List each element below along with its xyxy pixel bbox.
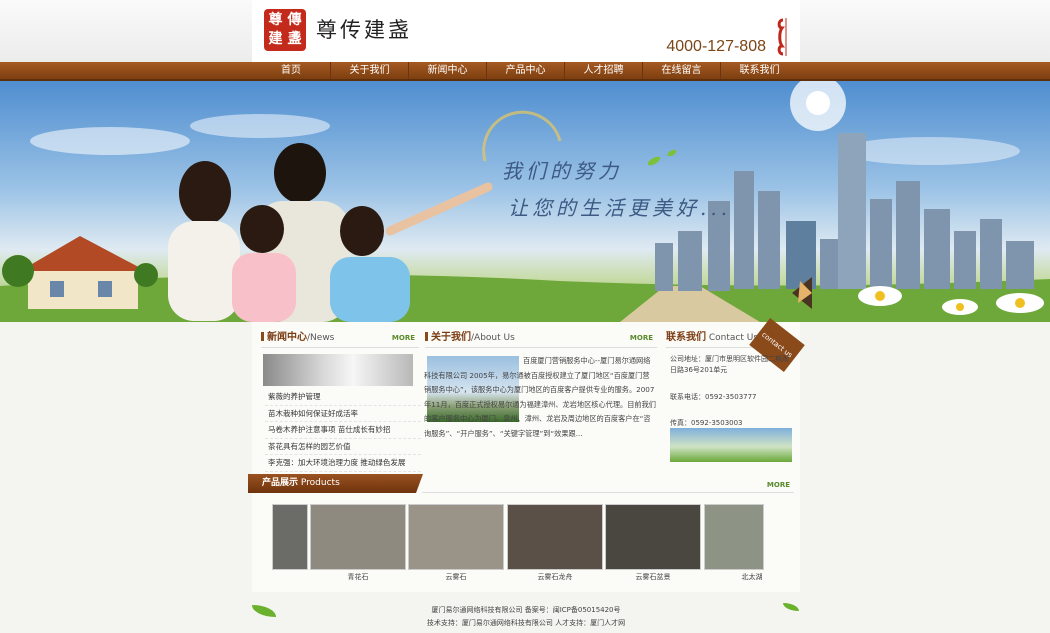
site-footer: 厦门易尔通网络科技有限公司 备案号：闽ICP备05015420号 技术支持：厦门… <box>252 598 800 633</box>
footer-tech-support: 技术支持：厦门易尔通网络科技有限公司 人才支持：厦门人才网 <box>426 619 626 627</box>
hero-banner: 我们的努力 让您的生活更美好... <box>0 81 1050 322</box>
nav-news[interactable]: 新闻中心 <box>408 62 486 79</box>
seal-char: 建 <box>268 31 283 47</box>
nav-message[interactable]: 在线留言 <box>642 62 720 79</box>
product-thumbnail[interactable] <box>507 504 603 570</box>
product-thumbnail[interactable] <box>704 504 764 570</box>
banner-slogan-line1: 我们的努力 <box>502 159 622 183</box>
contact-title-zh: 联系我们 <box>666 332 706 343</box>
nav-home[interactable]: 首页 <box>252 62 330 79</box>
title-marker <box>261 332 264 341</box>
news-title-en: News <box>310 333 335 343</box>
telephone-icon <box>777 18 787 56</box>
footer-copyright: 厦门易尔通网络科技有限公司 备案号：闽ICP备05015420号 <box>431 606 621 614</box>
news-image <box>263 354 413 386</box>
cloud <box>190 114 330 138</box>
hotline-number: 4000-127-808 <box>666 38 766 55</box>
product-caption[interactable]: 北太湖 <box>704 572 800 582</box>
cloud <box>30 127 190 155</box>
title-marker <box>425 332 428 341</box>
about-more-link[interactable]: MORE <box>630 329 653 347</box>
product-caption[interactable]: 云雾石盆景 <box>605 572 701 582</box>
products-title-en: Products <box>300 478 340 488</box>
site-header: 尊 傳 建 盞 尊传建盏 4000-127-808 <box>0 0 1050 62</box>
news-item[interactable]: 紫薇的养护管理 <box>265 389 421 406</box>
news-item[interactable]: 茶花具有怎样的园艺价值 <box>265 439 421 455</box>
product-thumbnail[interactable] <box>272 504 308 570</box>
product-thumbnail[interactable] <box>605 504 701 570</box>
nav-about[interactable]: 关于我们 <box>330 62 408 79</box>
divider <box>422 492 794 493</box>
product-caption[interactable]: 云雾石 <box>408 572 504 582</box>
tree <box>2 255 34 287</box>
rainbow <box>482 110 562 162</box>
about-section-title: 关于我们/About Us MORE <box>425 329 657 348</box>
products-section-title: 产品展示 Products <box>248 474 423 493</box>
main-content: 新闻中心/News MORE 紫薇的养护管理 苗木栽种如何保证好成活率 马卷木养… <box>248 318 805 592</box>
house-icon <box>20 236 146 309</box>
seal-char: 傳 <box>287 12 302 28</box>
about-title-en: About Us <box>474 333 515 343</box>
main-nav: 首页 关于我们 新闻中心 产品中心 人才招聘 在线留言 联系我们 <box>0 62 1050 81</box>
seal-char: 盞 <box>287 31 302 47</box>
header-inner: 尊 傳 建 盞 尊传建盏 4000-127-808 <box>252 0 800 62</box>
news-title-zh: 新闻中心 <box>267 332 307 343</box>
leaf-icon <box>647 156 661 166</box>
news-section-title: 新闻中心/News MORE <box>261 329 419 348</box>
seal-char: 尊 <box>268 12 283 28</box>
news-list: 紫薇的养护管理 苗木栽种如何保证好成活率 马卷木养护注意事项 苗仕成长有妙招 茶… <box>265 389 421 472</box>
cloud <box>840 137 1020 165</box>
about-title-zh: 关于我们 <box>431 332 471 343</box>
product-caption[interactable]: 云雾石龙舟 <box>507 572 603 582</box>
about-text: 百度厦门营销服务中心--厦门易尔通网络科技有限公司 2005年，易尔通被百度授权… <box>424 354 656 441</box>
news-item[interactable]: 马卷木养护注意事项 苗仕成长有妙招 <box>265 422 421 439</box>
news-item[interactable]: 苗木栽种如何保证好成活率 <box>265 406 421 422</box>
banner-slogan-line2: 让您的生活更美好... <box>508 196 732 220</box>
news-item[interactable]: 李克强：加大环境治理力度 推动绿色发展 <box>265 455 421 472</box>
contact-phone: 联系电话：0592-3503777 <box>670 393 757 401</box>
news-more-link[interactable]: MORE <box>392 329 415 347</box>
products-more-link[interactable]: MORE <box>767 481 790 489</box>
products-title-zh: 产品展示 <box>262 478 299 488</box>
sun-core <box>806 91 830 115</box>
product-thumbnail[interactable] <box>310 504 406 570</box>
logo-seal[interactable]: 尊 傳 建 盞 <box>264 9 306 51</box>
logo-text[interactable]: 尊传建盏 <box>316 14 412 44</box>
tree <box>134 263 158 287</box>
product-thumbnail[interactable] <box>408 504 504 570</box>
product-gallery: 青花石 云雾石 云雾石龙舟 云雾石盆景 北太湖 <box>272 504 792 581</box>
leaf-icon <box>667 149 677 157</box>
contact-address: 公司地址：厦门市思明区软件园二期观日路36号201单元 <box>670 355 789 374</box>
contact-landscape-image <box>670 428 792 462</box>
nav-products[interactable]: 产品中心 <box>486 62 564 79</box>
nav-contact[interactable]: 联系我们 <box>720 62 798 79</box>
nav-recruitment[interactable]: 人才招聘 <box>564 62 642 79</box>
about-paragraph: 百度厦门营销服务中心--厦门易尔通网络科技有限公司 2005年，易尔通被百度授权… <box>424 356 656 438</box>
product-caption[interactable]: 青花石 <box>310 572 406 582</box>
